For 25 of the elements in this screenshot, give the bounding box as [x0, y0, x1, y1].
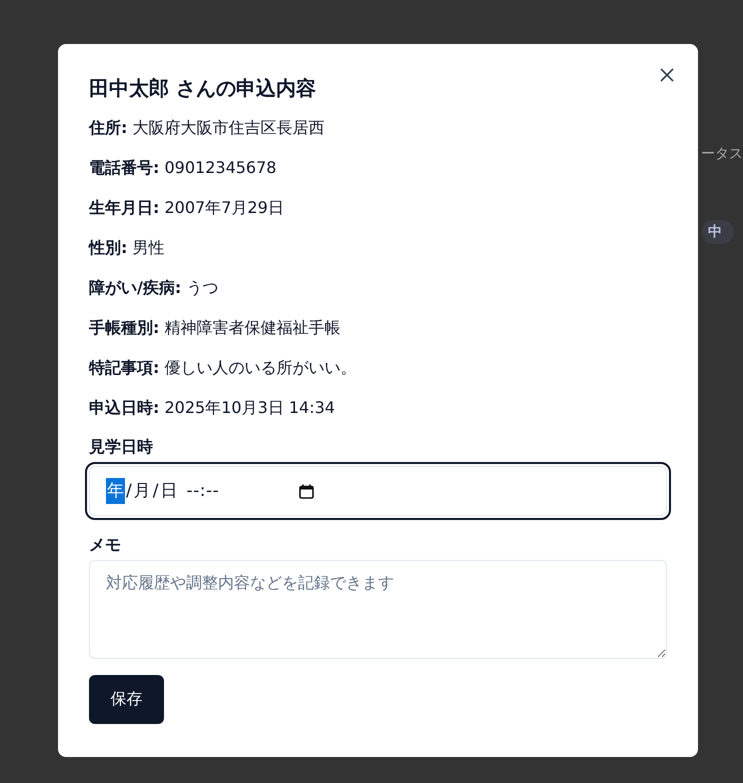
date-time-field[interactable]: 年/月/日 --:-- [85, 462, 671, 520]
detail-line: 住所: 大阪府大阪市住吉区長居西 [89, 117, 324, 139]
status-badge: 中 [702, 220, 734, 244]
detail-line: 手帳種別: 精神障害者保健福祉手帳 [89, 317, 340, 339]
memo-field[interactable]: 対応履歴や調整内容などを記録できます [89, 560, 667, 659]
field-label: 見学日時 [89, 436, 153, 458]
detail-line: 生年月日: 2007年7月29日 [89, 197, 284, 219]
detail-line: 電話番号: 09012345678 [89, 157, 276, 179]
column-heading: ータス [701, 145, 743, 163]
detail-line: 性別: 男性 [89, 237, 164, 259]
date-segment[interactable]: / [152, 478, 160, 504]
detail-line: 申込日時: 2025年10月3日 14:34 [89, 397, 335, 419]
dialog-title: 田中太郎 さんの申込内容 [89, 75, 316, 102]
calendar-icon[interactable] [299, 484, 314, 498]
detail-line: 特記事項: 優しい人のいる所がいい。 [89, 357, 356, 379]
date-segment[interactable]: 年 [106, 478, 125, 504]
field-label: メモ [89, 534, 121, 556]
save-button[interactable]: 保存 [89, 675, 164, 724]
date-segment[interactable]: 日 [159, 478, 178, 504]
date-segment[interactable]: 月 [132, 478, 152, 504]
close-icon [660, 68, 674, 82]
date-segment[interactable]: / [125, 478, 133, 504]
detail-line: 障がい/疾病: うつ [89, 277, 218, 299]
time-segment[interactable]: --:-- [186, 481, 220, 501]
close-button[interactable] [658, 66, 676, 84]
